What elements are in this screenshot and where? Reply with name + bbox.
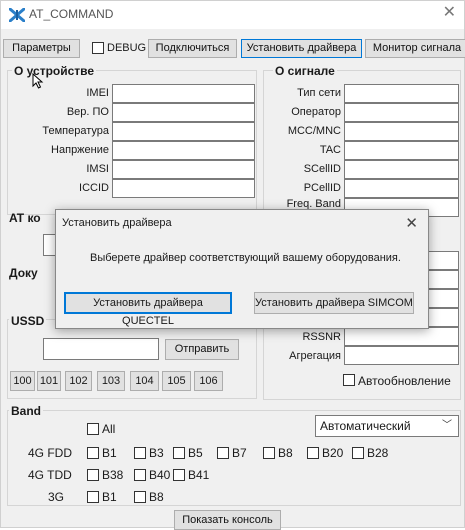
band-mode-value: Автоматический bbox=[320, 419, 411, 433]
tac-field[interactable] bbox=[344, 141, 459, 160]
autoupdate-checkbox[interactable] bbox=[343, 374, 355, 386]
tac-label: TAC bbox=[319, 144, 341, 156]
fdd-b20-label: B20 bbox=[322, 446, 344, 460]
fdd-b28-label: B28 bbox=[367, 446, 389, 460]
firmware-field[interactable] bbox=[112, 103, 255, 122]
app-window: AT_COMMAND ✕ Параметры DEBUG Подключитьс… bbox=[0, 0, 465, 530]
pcellid-field[interactable] bbox=[344, 179, 459, 198]
fdd-b1-checkbox[interactable] bbox=[87, 447, 99, 459]
dialog-title: Установить драйвера bbox=[62, 217, 172, 229]
ussd-code-102[interactable]: 102 bbox=[65, 371, 92, 391]
tdd-b40-label: B40 bbox=[149, 468, 171, 482]
tdd-b41-checkbox[interactable] bbox=[173, 469, 185, 481]
at-command-header: AT ко bbox=[9, 211, 41, 225]
tdd-b38-checkbox[interactable] bbox=[87, 469, 99, 481]
fdd-label: 4G FDD bbox=[28, 446, 73, 460]
tdd-b41-label: B41 bbox=[188, 468, 210, 482]
signal-monitor-button[interactable]: Монитор сигнала bbox=[365, 39, 465, 58]
debug-label: DEBUG bbox=[107, 42, 147, 54]
ussd-code-106[interactable]: 106 bbox=[194, 371, 223, 391]
band-mode-select[interactable]: Автоматический ﹀ bbox=[315, 415, 459, 437]
show-console-button[interactable]: Показать консоль bbox=[174, 510, 281, 530]
dialog-close-icon[interactable]: ✕ bbox=[405, 214, 418, 232]
install-simcom-button[interactable]: Установить драйвера SIMCOM bbox=[254, 292, 414, 314]
band-all-checkbox[interactable] bbox=[87, 423, 99, 435]
connect-button[interactable]: Подключиться bbox=[148, 39, 237, 58]
voltage-field[interactable] bbox=[112, 141, 255, 160]
ussd-code-104[interactable]: 104 bbox=[130, 371, 159, 391]
fdd-b7-checkbox[interactable] bbox=[217, 447, 229, 459]
ussd-input[interactable] bbox=[43, 338, 159, 360]
signal-header: О сигнале bbox=[273, 64, 337, 78]
voltage-label: Напржение bbox=[51, 144, 109, 156]
fdd-b28-checkbox[interactable] bbox=[352, 447, 364, 459]
ussd-header: USSD bbox=[9, 314, 47, 328]
tdd-label: 4G TDD bbox=[28, 468, 72, 482]
mcc-mnc-field[interactable] bbox=[344, 122, 459, 141]
install-drivers-dialog: Установить драйвера ✕ Выберете драйвер с… bbox=[55, 209, 429, 329]
fdd-b5-checkbox[interactable] bbox=[173, 447, 185, 459]
fdd-b7-label: B7 bbox=[232, 446, 247, 460]
imsi-label: IMSI bbox=[86, 163, 109, 175]
debug-checkbox[interactable] bbox=[92, 42, 104, 54]
close-icon[interactable]: ✕ bbox=[443, 5, 456, 21]
fdd-b1-label: B1 bbox=[102, 446, 117, 460]
autoupdate-label: Автообновление bbox=[358, 374, 451, 388]
scellid-label: SCellID bbox=[303, 163, 341, 175]
aggregation-field[interactable] bbox=[344, 346, 459, 365]
ussd-code-100[interactable]: 100 bbox=[10, 371, 35, 391]
ussd-code-101[interactable]: 101 bbox=[37, 371, 61, 391]
device-header: О устройстве bbox=[12, 64, 97, 78]
tdd-b40-checkbox[interactable] bbox=[134, 469, 146, 481]
g3-label: 3G bbox=[48, 490, 65, 504]
install-quectel-button[interactable]: Установить драйвера QUECTEL bbox=[64, 292, 232, 327]
imei-field[interactable] bbox=[112, 84, 255, 103]
firmware-label: Вер. ПО bbox=[66, 106, 109, 118]
ussd-code-105[interactable]: 105 bbox=[162, 371, 191, 391]
operator-field[interactable] bbox=[344, 103, 459, 122]
scellid-field[interactable] bbox=[344, 160, 459, 179]
g3-b1-checkbox[interactable] bbox=[87, 491, 99, 503]
fdd-b20-checkbox[interactable] bbox=[307, 447, 319, 459]
ussd-code-103[interactable]: 103 bbox=[97, 371, 125, 391]
chevron-down-icon: ﹀ bbox=[442, 420, 452, 431]
band-header: Band bbox=[9, 404, 43, 418]
tdd-b38-label: B38 bbox=[102, 468, 124, 482]
temperature-field[interactable] bbox=[112, 122, 255, 141]
imsi-field[interactable] bbox=[112, 160, 255, 179]
rssnr-field[interactable] bbox=[344, 327, 459, 346]
params-button[interactable]: Параметры bbox=[3, 39, 80, 58]
imei-label: IMEI bbox=[86, 87, 109, 99]
iccid-field[interactable] bbox=[112, 179, 255, 198]
g3-b8-checkbox[interactable] bbox=[134, 491, 146, 503]
mcc-mnc-label: MCC/MNC bbox=[287, 125, 341, 137]
window-title: AT_COMMAND bbox=[29, 7, 114, 21]
title-bar: AT_COMMAND ✕ bbox=[1, 1, 464, 29]
band-all-label: All bbox=[102, 422, 116, 436]
ussd-send-button[interactable]: Отправить bbox=[165, 339, 239, 360]
g3-b8-label: B8 bbox=[149, 490, 164, 504]
iccid-label: ICCID bbox=[79, 182, 109, 194]
fdd-b3-checkbox[interactable] bbox=[134, 447, 146, 459]
docs-header: Доку bbox=[9, 266, 38, 280]
temperature-label: Температура bbox=[42, 125, 109, 137]
rssnr-label: RSSNR bbox=[302, 331, 341, 343]
app-logo-icon bbox=[9, 8, 25, 22]
fdd-b3-label: B3 bbox=[149, 446, 164, 460]
fdd-b8-label: B8 bbox=[278, 446, 293, 460]
network-type-field[interactable] bbox=[344, 84, 459, 103]
fdd-b5-label: B5 bbox=[188, 446, 203, 460]
g3-b1-label: B1 bbox=[102, 490, 117, 504]
fdd-b8-checkbox[interactable] bbox=[263, 447, 275, 459]
network-type-label: Тип сети bbox=[297, 87, 341, 99]
dialog-message: Выберете драйвер соответствующий вашему … bbox=[90, 252, 401, 264]
aggregation-label: Агрегация bbox=[289, 350, 341, 362]
operator-label: Оператор bbox=[291, 106, 341, 118]
pcellid-label: PCellID bbox=[303, 182, 341, 194]
install-drivers-button[interactable]: Установить драйвера bbox=[241, 39, 362, 58]
